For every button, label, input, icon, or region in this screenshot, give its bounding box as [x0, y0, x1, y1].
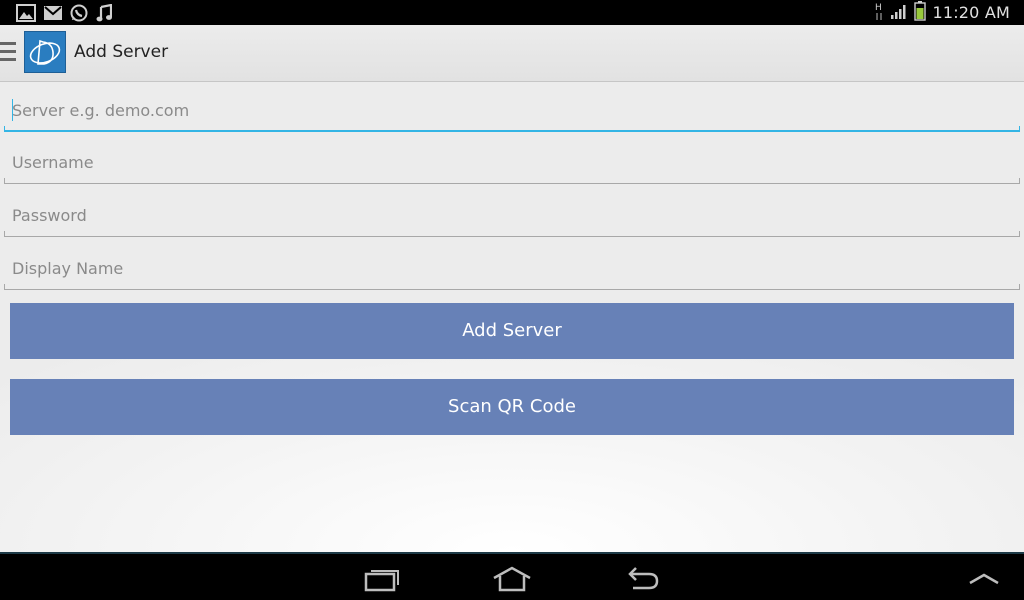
server-field-container — [4, 92, 1020, 132]
username-input-underline — [4, 183, 1020, 184]
username-field-container — [4, 144, 1020, 184]
status-bar: H 11:20 AM — [0, 0, 1024, 25]
whatsapp-icon — [70, 4, 88, 22]
display-name-field-container — [4, 250, 1020, 290]
recent-apps-icon[interactable] — [358, 562, 406, 596]
display-name-input[interactable] — [4, 250, 1020, 286]
add-server-button[interactable]: Add Server — [10, 303, 1014, 359]
battery-icon — [914, 0, 927, 25]
gallery-icon — [16, 4, 36, 22]
add-server-form: Add Server Scan QR Code — [0, 82, 1024, 552]
action-bar: Add Server — [0, 25, 1024, 82]
home-icon[interactable] — [488, 562, 536, 596]
clock: 11:20 AM — [932, 3, 1010, 22]
system-navigation-bar — [0, 552, 1024, 600]
server-input-underline — [4, 130, 1020, 132]
system-icons: H 11:20 AM — [874, 0, 1010, 25]
svg-text:H: H — [875, 3, 882, 13]
password-input-underline — [4, 236, 1020, 237]
music-icon — [96, 4, 112, 22]
scan-qr-code-button[interactable]: Scan QR Code — [10, 379, 1014, 435]
signal-icon — [890, 3, 908, 23]
text-cursor — [12, 99, 13, 121]
username-input[interactable] — [4, 144, 1020, 180]
password-field-container — [4, 197, 1020, 237]
menu-up-icon[interactable] — [960, 562, 1008, 596]
network-type-icon: H — [874, 1, 884, 25]
server-input[interactable] — [4, 92, 1020, 128]
display-name-input-underline — [4, 289, 1020, 290]
page-title: Add Server — [74, 42, 169, 62]
back-icon[interactable] — [618, 562, 666, 596]
email-icon — [44, 6, 62, 20]
navigation-drawer-icon[interactable] — [0, 42, 16, 64]
password-input[interactable] — [4, 197, 1020, 233]
app-logo-icon[interactable] — [24, 31, 66, 73]
notification-icons — [16, 3, 112, 23]
